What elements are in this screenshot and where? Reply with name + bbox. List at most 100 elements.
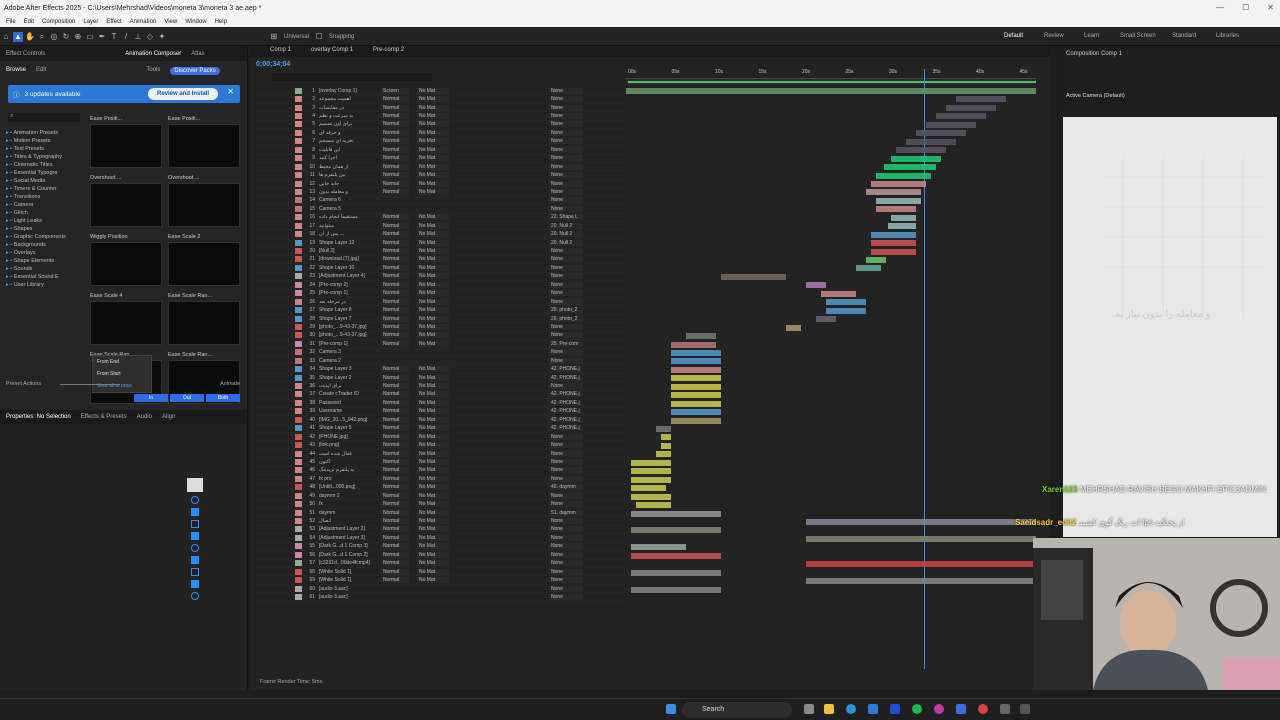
parent-select[interactable]: None: [549, 577, 583, 584]
parent-select[interactable]: 42. PHONE.j: [549, 391, 583, 398]
layer-duration-bar[interactable]: [671, 366, 721, 373]
layer-duration-bar[interactable]: [816, 316, 836, 323]
layer-name[interactable]: این قابلیت: [319, 147, 375, 153]
preset-tree-item[interactable]: ▸ ▪ Timers & Counter: [6, 185, 82, 193]
layer-name[interactable]: Camera 6: [319, 197, 375, 203]
parent-select[interactable]: None: [549, 568, 583, 575]
label-color-swatch[interactable]: [295, 332, 302, 339]
layer-name[interactable]: پس از آن ...: [319, 231, 375, 237]
parent-select[interactable]: 51. daymm: [549, 509, 583, 516]
track-matte-select[interactable]: No Mat: [417, 416, 449, 423]
layer-duration-bar[interactable]: [856, 265, 881, 272]
layer-row[interactable]: 54 [Adjustment Layer 3] Normal No Mat None: [250, 534, 626, 543]
orbit-tool-icon[interactable]: ◎: [49, 32, 59, 42]
tab-audio[interactable]: Audio: [137, 414, 152, 420]
layer-row[interactable]: 25 [Pre-comp 1] Normal No Mat None: [250, 290, 626, 298]
label-color-swatch[interactable]: [295, 172, 302, 179]
track-matte-select[interactable]: No Mat: [417, 492, 449, 499]
blend-mode-select[interactable]: Normal: [381, 501, 409, 508]
layer-search-input[interactable]: [272, 73, 432, 81]
review-and-install-button[interactable]: Review and Install: [148, 88, 218, 100]
layer-duration-bar[interactable]: [626, 88, 1036, 94]
layer-row[interactable]: 32 Camera 3 None: [250, 349, 626, 357]
layer-row[interactable]: 2 اهمیت مجموعه Normal No Mat None: [250, 95, 626, 104]
parent-select[interactable]: None: [549, 163, 583, 170]
label-color-swatch[interactable]: [295, 307, 302, 314]
layer-row[interactable]: 6 و حرفه ای Normal No Mat None: [250, 129, 626, 138]
parent-select[interactable]: None: [549, 197, 583, 204]
preset-tree-item[interactable]: ▸ ▪ Backgrounds: [6, 241, 82, 249]
layer-name[interactable]: [Adjustment Layer 3]: [319, 535, 375, 541]
layer-name[interactable]: [Dark G...d 1 Comp 2]: [319, 552, 375, 558]
label-color-swatch[interactable]: [295, 551, 302, 558]
parent-select[interactable]: None: [549, 585, 583, 592]
blend-mode-select[interactable]: Normal: [381, 222, 409, 229]
layer-row[interactable]: 35 Shape Layer 2 Normal No Mat 42. PHONE.j: [250, 374, 626, 383]
parent-select[interactable]: None: [549, 155, 583, 162]
ext-tool-8-icon[interactable]: [191, 580, 199, 588]
track-matte-select[interactable]: No Mat: [417, 383, 449, 390]
workspace-default[interactable]: Default: [1004, 33, 1023, 39]
layer-duration-bar[interactable]: [631, 468, 671, 475]
label-color-swatch[interactable]: [295, 323, 302, 330]
track-matte-select[interactable]: No Mat: [417, 408, 449, 415]
ext-tool-3-icon[interactable]: [191, 520, 199, 528]
layer-row[interactable]: 31 [Pre-comp 1] Normal No Mat 25. Pre-com: [250, 340, 626, 349]
menu-layer[interactable]: Layer: [83, 19, 98, 25]
blend-mode-select[interactable]: Normal: [381, 509, 409, 516]
spotify-icon[interactable]: [912, 704, 922, 714]
label-color-swatch[interactable]: [295, 391, 302, 398]
layer-duration-bar[interactable]: [806, 282, 826, 289]
viewer-canvas[interactable]: [1063, 117, 1277, 537]
parent-select[interactable]: None: [549, 248, 583, 255]
layer-row[interactable]: 28 Shape Layer 7 Normal No Mat 29. photo_2: [250, 315, 626, 324]
layer-name[interactable]: برای آپدیت: [319, 383, 375, 389]
layer-name[interactable]: تجربه ای منسجم: [319, 138, 375, 144]
track-matte-select[interactable]: No Mat: [417, 281, 449, 288]
snapping-checkbox-icon[interactable]: ☐: [314, 32, 324, 42]
layer-name[interactable]: daymm 2: [319, 493, 375, 499]
track-matte-select[interactable]: No Mat: [417, 501, 449, 508]
track-area[interactable]: [626, 69, 1036, 669]
track-matte-select[interactable]: No Mat: [417, 163, 449, 170]
blend-mode-select[interactable]: Normal: [381, 290, 409, 297]
layer-name[interactable]: Password: [319, 400, 375, 406]
tab-comp-1[interactable]: Comp 1: [270, 47, 291, 57]
layer-duration-bar[interactable]: [896, 147, 946, 154]
layer-row[interactable]: 16 مستقیما انجام داده Normal No Mat 22. Shap…: [250, 214, 626, 222]
label-color-swatch[interactable]: [295, 568, 302, 575]
track-matte-select[interactable]: No Mat: [417, 239, 449, 246]
track-matte-select[interactable]: No Mat: [417, 256, 449, 263]
layer-name[interactable]: [photo_...9-43-37.jpg]: [319, 324, 375, 330]
track-matte-select[interactable]: No Mat: [417, 399, 449, 406]
layer-name[interactable]: Shape Layer 8: [319, 307, 375, 313]
layer-duration-bar[interactable]: [656, 426, 671, 432]
layer-name[interactable]: به سرعت و نظم: [319, 113, 375, 119]
label-color-swatch[interactable]: [295, 416, 302, 423]
layer-duration-bar[interactable]: [631, 527, 721, 534]
layer-row[interactable]: 20 [Null 2] Normal No Mat None: [250, 247, 626, 256]
animate-in-button[interactable]: In: [134, 394, 168, 402]
layer-name[interactable]: [IMG_20...5_942.png]: [319, 417, 375, 423]
track-matte-select[interactable]: No Mat: [417, 146, 449, 153]
preset-thumbnail[interactable]: Ease Scale 4: [90, 292, 162, 345]
blend-mode-select[interactable]: Normal: [381, 96, 409, 103]
parent-select[interactable]: None: [549, 146, 583, 153]
close-banner-icon[interactable]: ✕: [227, 87, 234, 96]
layer-duration-bar[interactable]: [806, 561, 1036, 568]
parent-select[interactable]: None: [549, 113, 583, 120]
layer-row[interactable]: 36 برای آپدیت Normal No Mat None: [250, 382, 626, 391]
layer-duration-bar[interactable]: [671, 349, 721, 356]
layer-duration-bar[interactable]: [946, 104, 996, 111]
parent-select[interactable]: None: [549, 349, 583, 356]
label-color-swatch[interactable]: [295, 366, 302, 373]
blend-mode-select[interactable]: Normal: [381, 442, 409, 449]
dropdown-option[interactable]: View all at once: [93, 380, 151, 392]
parent-select[interactable]: None: [549, 172, 583, 179]
label-color-swatch[interactable]: [295, 146, 302, 153]
menu-composition[interactable]: Composition: [42, 19, 75, 25]
layer-duration-bar[interactable]: [671, 383, 721, 390]
label-color-swatch[interactable]: [295, 433, 302, 440]
layer-row[interactable]: 47 fx pro Normal No Mat None: [250, 475, 626, 484]
parent-select[interactable]: None: [549, 96, 583, 103]
